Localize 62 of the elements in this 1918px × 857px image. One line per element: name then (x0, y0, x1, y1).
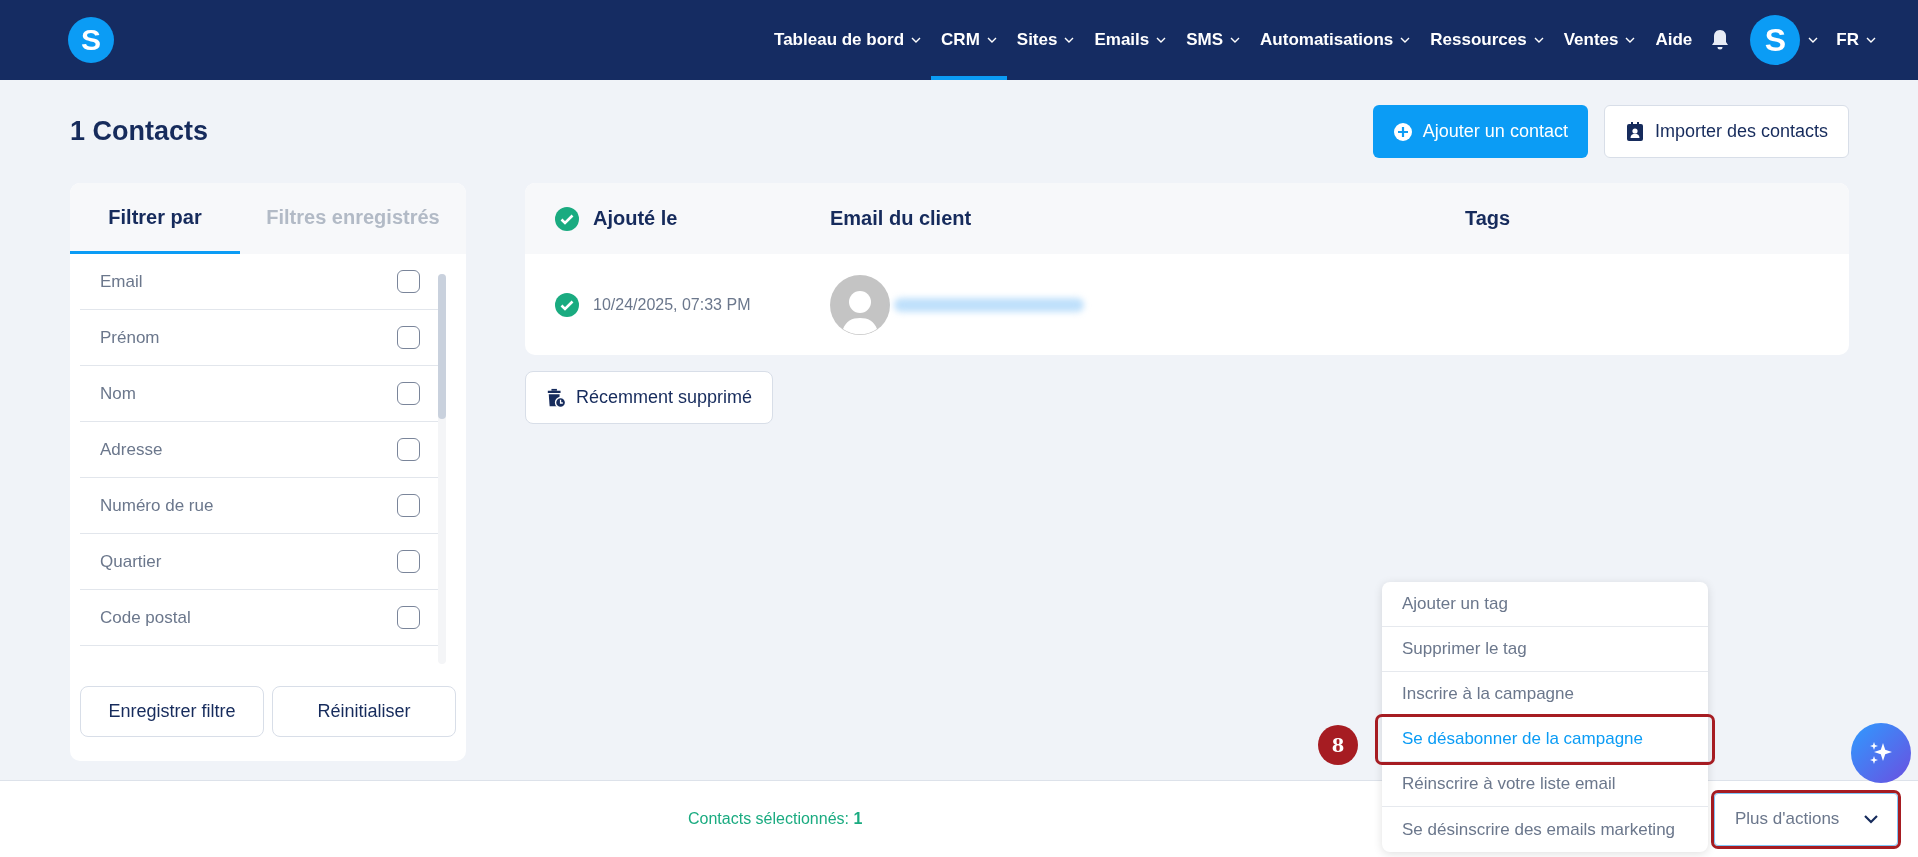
selection-count: Contacts sélectionnés: 1 (688, 810, 863, 828)
chevron-down-icon (1863, 814, 1879, 824)
menu-item[interactable]: Ajouter un tag (1382, 582, 1708, 627)
page-title: 1 Contacts (70, 116, 209, 147)
caret-icon (911, 37, 922, 43)
step-marker: 8 (1318, 725, 1358, 765)
menu-item[interactable]: Inscrire à la campagne (1382, 672, 1708, 717)
filter-label: Nom (100, 383, 136, 404)
nav-menu-item[interactable]: Aide (1645, 0, 1703, 80)
panel-tab[interactable]: Filtrer par (70, 183, 240, 254)
checkbox[interactable] (397, 494, 420, 517)
header-button[interactable]: Importer des contacts (1603, 105, 1849, 158)
filter-label: Adresse (100, 439, 163, 460)
avatar-icon (830, 274, 890, 335)
nav-menu-item[interactable]: Ventes (1553, 0, 1646, 80)
caret-icon[interactable] (1808, 37, 1819, 43)
language-selector[interactable]: FR (1826, 0, 1886, 80)
menu-item[interactable]: Réinscrire à votre liste email (1382, 762, 1708, 807)
ai-assistant-button[interactable] (1851, 723, 1911, 783)
scrollbar[interactable] (438, 274, 446, 664)
filter-label: Email (100, 271, 143, 292)
bell-icon[interactable] (1710, 29, 1731, 51)
column-header: Email du client (830, 207, 972, 230)
check-circle-icon[interactable] (555, 206, 579, 231)
nav-menu-item[interactable]: Emails (1084, 0, 1177, 80)
nav-menu-item[interactable]: Ressources (1420, 0, 1554, 80)
caret-icon (1156, 37, 1167, 43)
more-actions-button[interactable]: Plus d'actions (1714, 792, 1898, 846)
menu-item[interactable]: Supprimer le tag (1382, 627, 1708, 672)
caret-icon (1625, 37, 1636, 43)
column-header: Ajouté le (593, 207, 678, 230)
check-circle-icon[interactable] (555, 292, 579, 317)
nav-menu-item[interactable]: CRM (931, 0, 1007, 80)
panel-button[interactable]: Réinitialiser (272, 686, 456, 737)
caret-icon (986, 37, 997, 43)
plus-circle-icon (1392, 121, 1413, 142)
checkbox[interactable] (397, 606, 420, 629)
filter-label: Numéro de rue (100, 495, 214, 516)
caret-icon (1064, 37, 1075, 43)
checkbox[interactable] (397, 550, 420, 573)
contact-card-icon (1624, 121, 1645, 142)
table-cell: 10/24/2025, 07:33 PM (593, 295, 751, 314)
trash-clock-icon (546, 387, 566, 408)
recently-deleted-button[interactable]: Récemment supprimé (525, 371, 774, 424)
caret-icon (1400, 37, 1411, 43)
nav-menu-item[interactable]: Automatisations (1250, 0, 1421, 80)
menu-item[interactable]: Se désinscrire des emails marketing (1382, 807, 1708, 852)
panel-button[interactable]: Enregistrer filtre (80, 686, 264, 737)
caret-icon (1533, 37, 1544, 43)
filter-label: Code postal (100, 607, 191, 628)
nav-menu-item[interactable]: Sites (1006, 0, 1085, 80)
column-header: Tags (1465, 207, 1511, 229)
filter-label: Prénom (100, 327, 160, 348)
nav-menu-item[interactable]: Tableau de bord (764, 0, 932, 80)
caret-icon (1230, 37, 1241, 43)
nav-menu-item[interactable]: SMS (1176, 0, 1251, 80)
filter-label: Quartier (100, 551, 162, 572)
caret-icon (1866, 37, 1876, 43)
checkbox[interactable] (397, 326, 420, 349)
checkbox[interactable] (397, 382, 420, 405)
checkbox[interactable] (397, 270, 420, 293)
checkbox[interactable] (397, 438, 420, 461)
